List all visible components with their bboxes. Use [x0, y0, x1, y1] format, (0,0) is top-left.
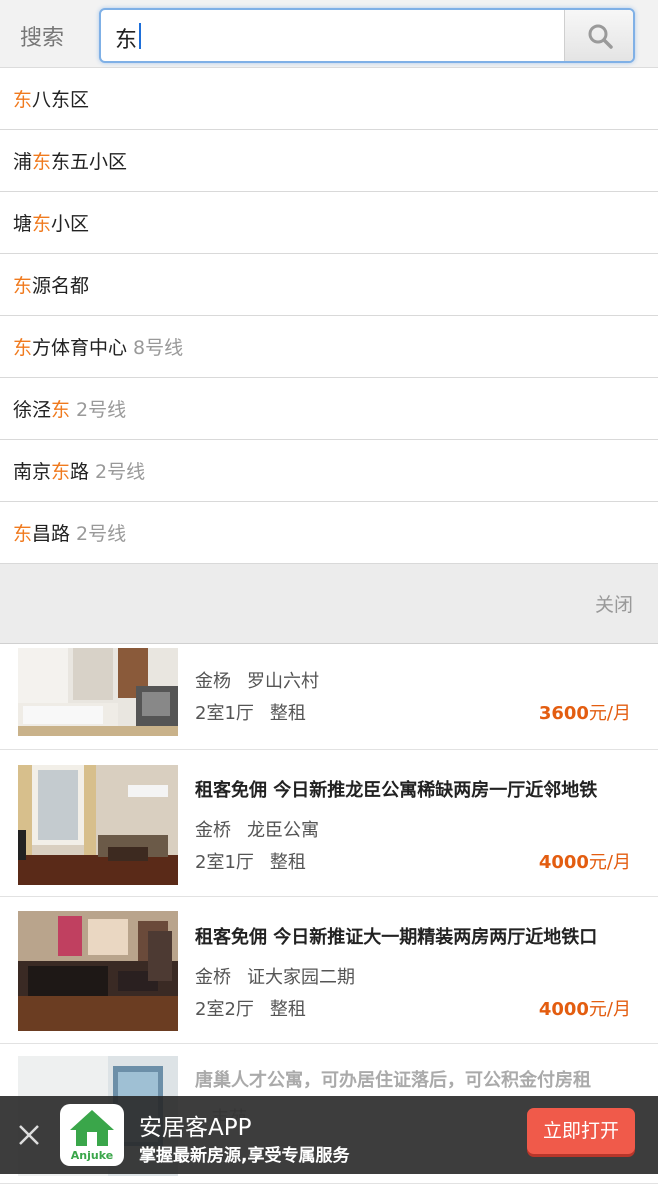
- suggestion-item[interactable]: 浦东东五小区: [0, 130, 658, 192]
- suggestion-suffix: 小区: [51, 213, 90, 235]
- suggestion-prefix: 浦: [13, 151, 33, 173]
- suggestion-item[interactable]: 东八东区: [0, 68, 658, 130]
- suggestion-match: 东: [13, 89, 33, 111]
- suggestion-prefix: 徐泾: [13, 399, 52, 421]
- suggestion-suffix: 源名都: [32, 275, 90, 297]
- price-value: 4000: [538, 852, 589, 873]
- listing-area: 金桥: [195, 967, 231, 988]
- listing-layout: 2室2厅 整租: [195, 995, 306, 1021]
- text-caret: [139, 23, 141, 49]
- listing-area: 金杨: [195, 671, 231, 692]
- suggestion-suffix: 方体育中心: [32, 337, 128, 359]
- anjuke-app-icon: Anjuke: [60, 1104, 124, 1166]
- search-label: 搜索: [20, 26, 65, 51]
- suggestion-suffix: 昌路: [32, 523, 71, 545]
- listing-rent-type: 整租: [269, 852, 306, 873]
- listing-location: 金桥 龙臣公寓: [195, 816, 319, 842]
- suggestion-match: 东: [13, 337, 33, 359]
- listing-rent-type: 整租: [269, 703, 306, 724]
- listing-community: 龙臣公寓: [247, 820, 319, 841]
- listing-photo: [18, 765, 178, 885]
- close-suggestions-button[interactable]: 关闭: [595, 590, 633, 617]
- listing-rooms: 2室2厅: [195, 999, 254, 1020]
- app-tagline: 掌握最新房源,享受专属服务: [139, 1146, 350, 1166]
- app-name: 安居客APP: [139, 1115, 252, 1141]
- listing-title: 租客免佣 今日新推证大一期精装两房两厅近地铁口: [195, 927, 598, 948]
- price-unit: 元/月: [588, 703, 631, 724]
- listing-card[interactable]: 金杨 罗山六村 2室1厅 整租 3600元/月: [0, 648, 658, 750]
- listing-rooms: 2室1厅: [195, 852, 254, 873]
- close-icon[interactable]: [16, 1122, 42, 1148]
- listing-card[interactable]: 租客免佣 今日新推龙臣公寓稀缺两房一厅近邻地铁 金桥 龙臣公寓 2室1厅 整租 40…: [0, 750, 658, 897]
- metro-line-tag: 2号线: [76, 523, 127, 545]
- listing-title: 唐巢人才公寓，可办居住证落后，可公积金付房租: [195, 1070, 591, 1091]
- suggestion-suffix: 东五小区: [51, 151, 128, 173]
- listing-community: 证大家园二期: [247, 967, 355, 988]
- suggestion-item[interactable]: 南京东路 2号线: [0, 440, 658, 502]
- listing-title: 租客免佣 今日新推龙臣公寓稀缺两房一厅近邻地铁: [195, 780, 598, 801]
- listing-community: 罗山六村: [247, 671, 319, 692]
- suggestion-match: 东: [51, 399, 71, 421]
- app-promo-banner: Anjuke 安居客APP 掌握最新房源,享受专属服务 立即打开: [0, 1096, 658, 1174]
- suggestion-suffix: 路: [70, 461, 90, 483]
- suggestion-match: 东: [13, 523, 33, 545]
- listing-area: 金桥: [195, 820, 231, 841]
- suggestion-prefix: 南京: [13, 461, 52, 483]
- price-value: 4000: [538, 999, 589, 1020]
- price-unit: 元/月: [588, 999, 631, 1020]
- suggestion-item[interactable]: 东源名都: [0, 254, 658, 316]
- open-app-button[interactable]: 立即打开: [527, 1108, 635, 1154]
- suggestion-match: 东: [51, 461, 71, 483]
- search-button[interactable]: [564, 10, 633, 61]
- suggestion-item[interactable]: 塘东小区: [0, 192, 658, 254]
- search-input[interactable]: 东: [99, 8, 635, 63]
- listing-location: 金桥 证大家园二期: [195, 963, 355, 989]
- search-bar: 搜索 东: [0, 0, 658, 68]
- price-value: 3600: [538, 703, 589, 724]
- listing-layout: 2室1厅 整租: [195, 848, 306, 874]
- suggestion-match: 东: [32, 213, 52, 235]
- metro-line-tag: 2号线: [95, 461, 146, 483]
- listing-location: 金杨 罗山六村: [195, 667, 319, 693]
- suggestion-list: 东八东区 浦东东五小区 塘东小区 东源名都 东方体育中心 8号线 徐泾东 2号线 南…: [0, 68, 658, 644]
- search-query-text[interactable]: 东: [115, 22, 137, 54]
- listing-price: 4000元/月: [539, 995, 631, 1021]
- suggestion-match: 东: [13, 275, 33, 297]
- price-unit: 元/月: [588, 852, 631, 873]
- metro-line-tag: 2号线: [76, 399, 127, 421]
- app-icon-label: Anjuke: [70, 1149, 114, 1162]
- suggestion-suffix: 八东区: [32, 89, 90, 111]
- listing-price: 3600元/月: [539, 699, 631, 725]
- suggestion-item[interactable]: 东昌路 2号线: [0, 502, 658, 564]
- search-icon: [588, 24, 613, 49]
- suggestion-prefix: 塘: [13, 213, 33, 235]
- listing-photo: [18, 911, 178, 1031]
- metro-line-tag: 8号线: [133, 337, 184, 359]
- suggestion-item[interactable]: 东方体育中心 8号线: [0, 316, 658, 378]
- listing-layout: 2室1厅 整租: [195, 699, 306, 725]
- listing-rent-type: 整租: [269, 999, 306, 1020]
- suggestion-footer: 关闭: [0, 564, 658, 644]
- suggestion-item[interactable]: 徐泾东 2号线: [0, 378, 658, 440]
- house-icon: [70, 1110, 114, 1146]
- listing-rooms: 2室1厅: [195, 703, 254, 724]
- listing-price: 4000元/月: [539, 848, 631, 874]
- listing-card[interactable]: 租客免佣 今日新推证大一期精装两房两厅近地铁口 金桥 证大家园二期 2室2厅 整租 …: [0, 897, 658, 1044]
- suggestion-match: 东: [32, 151, 52, 173]
- listing-photo: [18, 648, 178, 736]
